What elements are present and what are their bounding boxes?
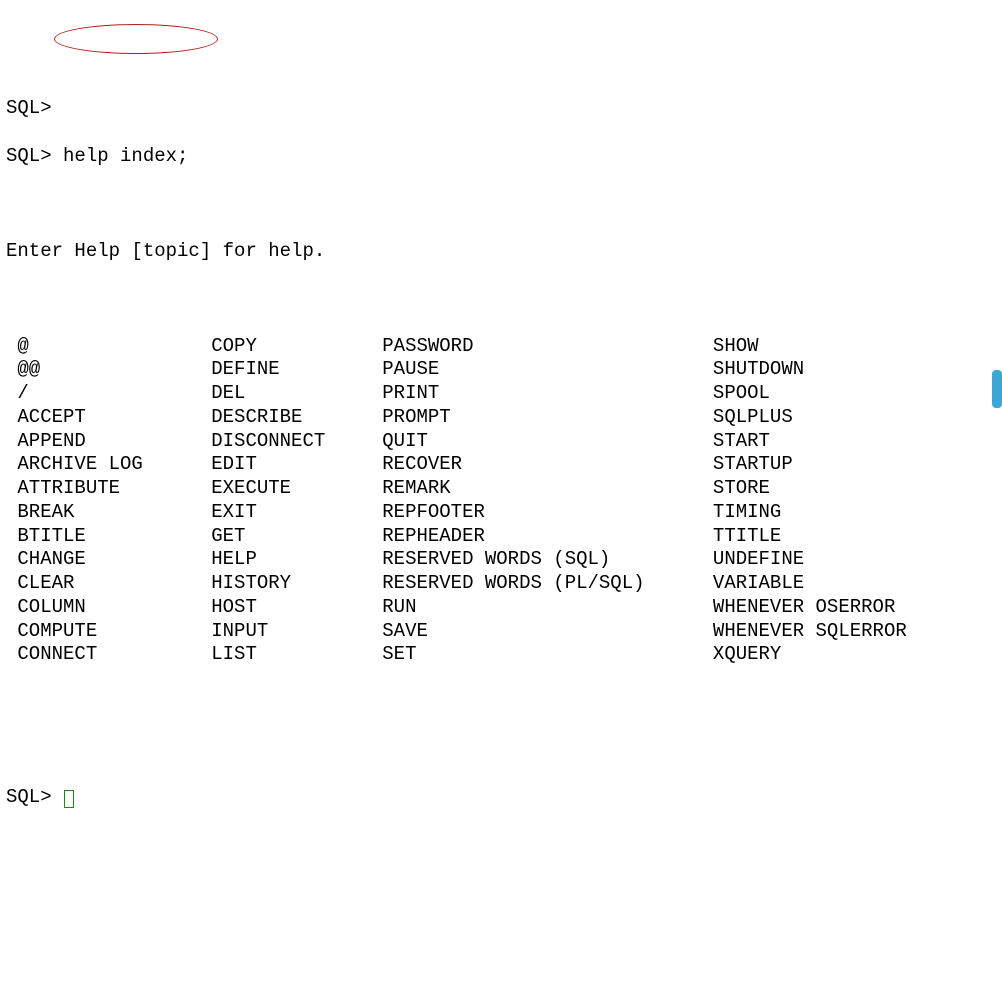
blank-line [6, 192, 996, 216]
help-topics-row: CONNECT LIST SET XQUERY [6, 643, 996, 667]
help-topics-row: ATTRIBUTE EXECUTE REMARK STORE [6, 477, 996, 501]
prompt-line-empty: SQL> [6, 97, 996, 121]
help-topics-row: CLEAR HISTORY RESERVED WORDS (PL/SQL) VA… [6, 572, 996, 596]
help-topics-row: COMPUTE INPUT SAVE WHENEVER SQLERROR [6, 620, 996, 644]
scrollbar-hint[interactable] [992, 370, 1002, 408]
help-topics-row: ARCHIVE LOG EDIT RECOVER STARTUP [6, 453, 996, 477]
help-topics-table: @ COPY PASSWORD SHOW @@ DEFINE PAUSE SHU… [6, 335, 996, 668]
text-cursor[interactable] [64, 790, 74, 808]
help-topics-row: BTITLE GET REPHEADER TTITLE [6, 525, 996, 549]
help-topics-row: APPEND DISCONNECT QUIT START [6, 430, 996, 454]
sql-prompt: SQL> [6, 145, 52, 167]
prompt-line-cursor[interactable]: SQL> [6, 786, 996, 810]
sql-prompt: SQL> [6, 786, 52, 808]
help-topics-row: CHANGE HELP RESERVED WORDS (SQL) UNDEFIN… [6, 548, 996, 572]
highlight-circle-annotation [54, 24, 218, 54]
blank-line [6, 287, 996, 311]
help-topics-row: COLUMN HOST RUN WHENEVER OSERROR [6, 596, 996, 620]
help-topics-row: ACCEPT DESCRIBE PROMPT SQLPLUS [6, 406, 996, 430]
blank-line [6, 738, 996, 762]
help-topics-row: @@ DEFINE PAUSE SHUTDOWN [6, 358, 996, 382]
help-topics-row: BREAK EXIT REPFOOTER TIMING [6, 501, 996, 525]
sql-prompt: SQL> [6, 97, 52, 119]
blank-line [6, 691, 996, 715]
entered-command: help index; [63, 145, 188, 167]
prompt-line-command[interactable]: SQL> help index; [6, 145, 996, 169]
help-intro: Enter Help [topic] for help. [6, 240, 996, 264]
help-topics-row: @ COPY PASSWORD SHOW [6, 335, 996, 359]
help-topics-row: / DEL PRINT SPOOL [6, 382, 996, 406]
